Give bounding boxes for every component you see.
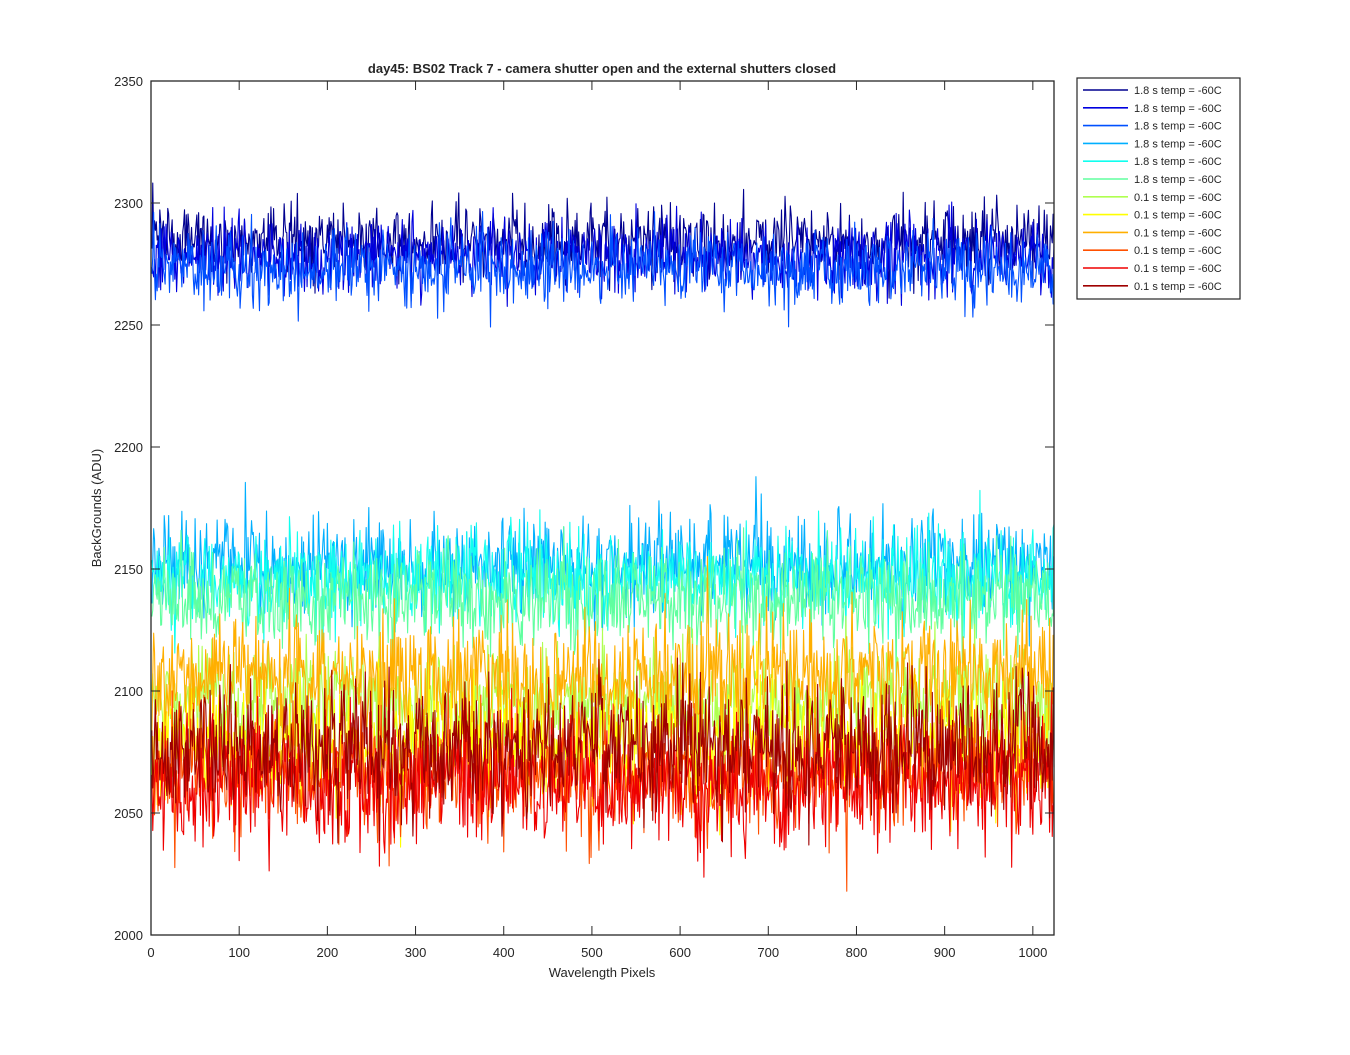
x-tick-label: 600 — [669, 945, 691, 960]
legend-label: 0.1 s temp = -60C — [1134, 210, 1222, 222]
x-tick-label: 500 — [581, 945, 603, 960]
x-tick-label: 900 — [934, 945, 956, 960]
legend-label: 0.1 s temp = -60C — [1134, 192, 1222, 204]
x-tick-label: 800 — [846, 945, 868, 960]
legend-label: 0.1 s temp = -60C — [1134, 245, 1222, 257]
chart-title: day45: BS02 Track 7 - camera shutter ope… — [368, 61, 836, 76]
y-tick-label: 2050 — [114, 806, 143, 821]
y-tick-label: 2000 — [114, 928, 143, 943]
y-tick-label: 2300 — [114, 196, 143, 211]
x-axis-label: Wavelength Pixels — [549, 965, 656, 980]
legend-label: 0.1 s temp = -60C — [1134, 263, 1222, 275]
legend-label: 0.1 s temp = -60C — [1134, 281, 1222, 293]
y-axis-label: BackGrounds (ADU) — [89, 449, 104, 567]
x-tick-label: 400 — [493, 945, 515, 960]
figure: 0 100 200 300 400 500 600 700 800 900 1000 2000 2050… — [0, 0, 1350, 1050]
legend: 1.8 s temp = -60C 1.8 s temp = -60C 1.8 s … — [1076, 77, 1241, 300]
y-tick-label: 2250 — [114, 318, 143, 333]
legend-label: 1.8 s temp = -60C — [1134, 138, 1222, 150]
x-tick-label: 100 — [228, 945, 250, 960]
legend-label: 1.8 s temp = -60C — [1134, 156, 1222, 168]
legend-label: 0.1 s temp = -60C — [1134, 227, 1222, 239]
line-chart: 0 100 200 300 400 500 600 700 800 900 1000 2000 2050… — [0, 0, 1350, 1050]
y-tick-label: 2200 — [114, 440, 143, 455]
x-tick-label: 700 — [757, 945, 779, 960]
legend-label: 1.8 s temp = -60C — [1134, 121, 1222, 133]
legend-label: 1.8 s temp = -60C — [1134, 103, 1222, 115]
legend-label: 1.8 s temp = -60C — [1134, 174, 1222, 186]
y-tick-label: 2100 — [114, 684, 143, 699]
x-tick-label: 300 — [405, 945, 427, 960]
x-tick-label: 200 — [317, 945, 339, 960]
x-tick-label: 1000 — [1018, 945, 1047, 960]
y-tick-label: 2350 — [114, 74, 143, 89]
x-tick-label: 0 — [147, 945, 154, 960]
legend-label: 1.8 s temp = -60C — [1134, 85, 1222, 97]
y-tick-label: 2150 — [114, 562, 143, 577]
plot-area: 0 100 200 300 400 500 600 700 800 900 1000 2000 2050… — [114, 74, 1055, 960]
